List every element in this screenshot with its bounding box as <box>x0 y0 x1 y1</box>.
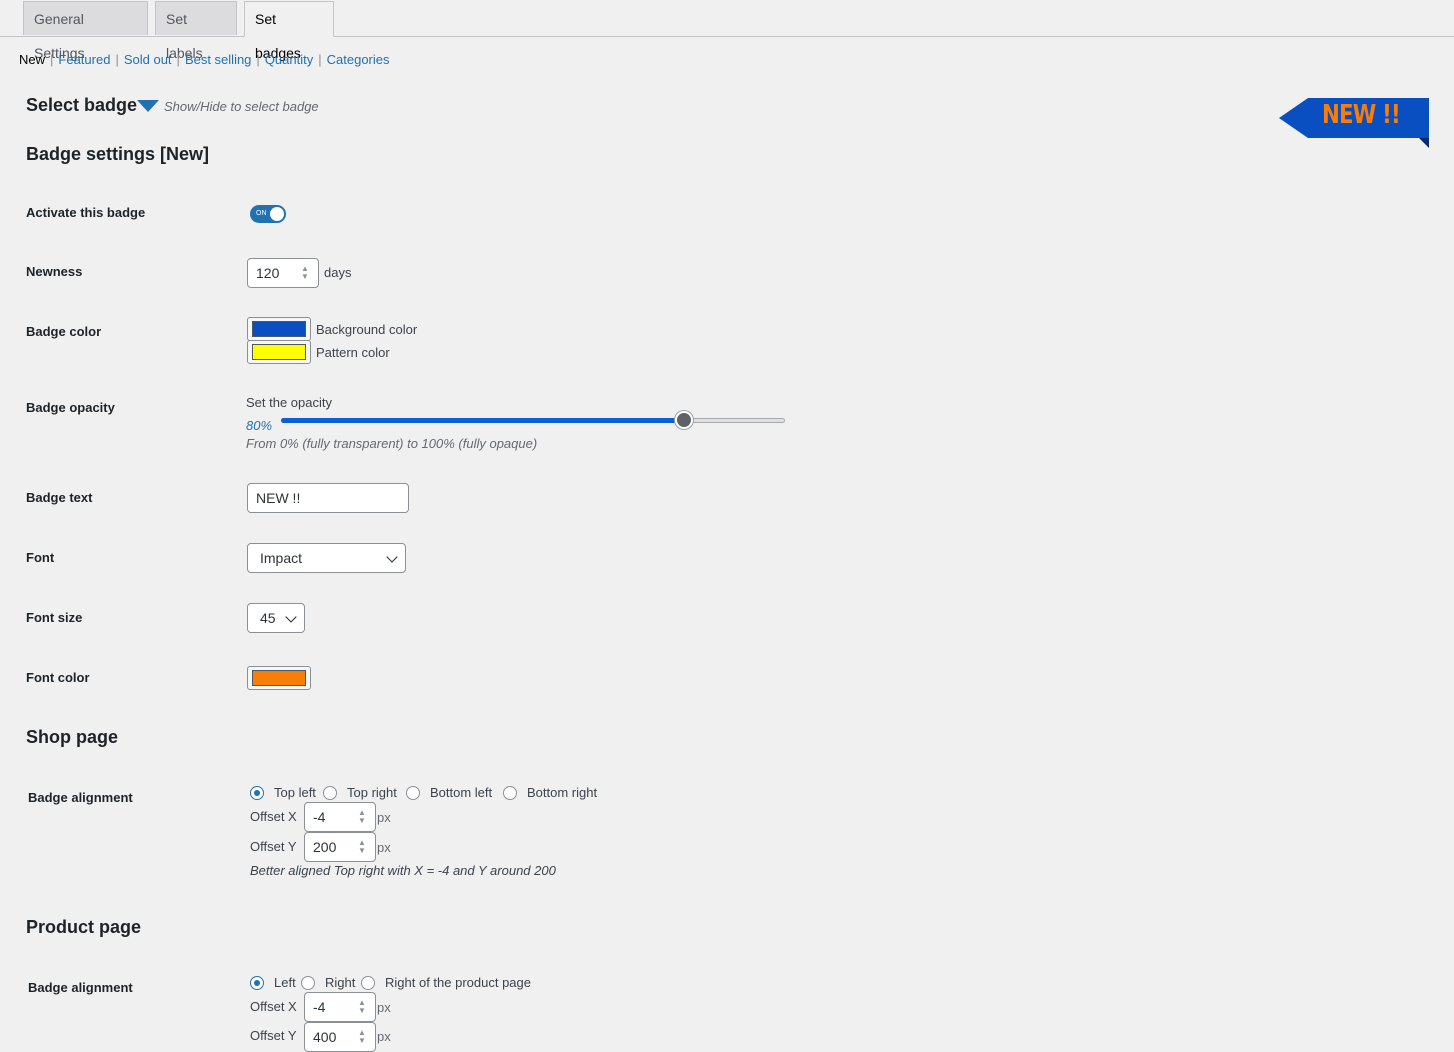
shop-align-top-right-label[interactable]: Top right <box>347 785 397 800</box>
pattern-color-picker[interactable] <box>247 340 311 364</box>
tab-set-badges[interactable]: Set badges <box>244 1 334 61</box>
subnav-categories[interactable]: Categories <box>327 52 390 67</box>
font-size-label: Font size <box>26 610 83 625</box>
select-badge-title: Select badge <box>26 95 138 115</box>
subnav-separator: | <box>115 52 119 67</box>
product-offset-y-value: 400 <box>313 1029 337 1045</box>
product-offset-y-label: Offset Y <box>250 1028 297 1043</box>
subnav-sold-out[interactable]: Sold out <box>124 52 172 67</box>
product-offset-y-unit: px <box>377 1029 391 1044</box>
product-align-right-of-page-radio[interactable] <box>361 976 375 990</box>
font-label: Font <box>26 550 55 565</box>
product-badge-alignment-label: Badge alignment <box>28 980 133 995</box>
subnav-separator: | <box>50 52 54 67</box>
shop-offset-x-input[interactable]: -4 ▲ ▼ <box>304 802 376 832</box>
newness-label: Newness <box>26 264 83 279</box>
subnav-quantity[interactable]: Quantity <box>265 52 313 67</box>
tab-general-settings[interactable]: General Settings <box>23 1 148 61</box>
shop-offset-x-unit: px <box>377 810 391 825</box>
background-color-label: Background color <box>316 322 418 337</box>
pattern-color-label: Pattern color <box>316 345 390 360</box>
product-offset-x-label: Offset X <box>250 999 297 1014</box>
badge-preview-text: NEW !! <box>1322 100 1401 130</box>
activate-badge-toggle[interactable]: ON <box>250 205 286 223</box>
badge-settings-title: Badge settings [New] <box>26 144 210 164</box>
opacity-slider-handle[interactable] <box>675 411 694 429</box>
shop-offset-y-input[interactable]: 200 ▲ ▼ <box>304 832 376 862</box>
badge-preview: NEW !! <box>1278 98 1430 150</box>
number-spinner-icon[interactable]: ▲ ▼ <box>300 265 310 281</box>
shop-alignment-hint: Better aligned Top right with X = -4 and… <box>250 863 556 878</box>
shop-badge-alignment-label: Badge alignment <box>28 790 133 805</box>
shop-align-bottom-left-label[interactable]: Bottom left <box>430 785 492 800</box>
product-align-right-label[interactable]: Right <box>325 975 355 990</box>
font-color-label: Font color <box>26 670 90 685</box>
select-badge-hint: Show/Hide to select badge <box>164 99 319 114</box>
toggle-on-text: ON <box>256 210 267 217</box>
newness-input[interactable]: 120 ▲ ▼ <box>247 258 319 288</box>
shop-offset-y-value: 200 <box>313 839 337 855</box>
product-offset-x-value: -4 <box>313 999 326 1015</box>
font-color-swatch <box>252 670 306 686</box>
subnav-best-selling[interactable]: Best selling <box>185 52 251 67</box>
badge-text-value: NEW !! <box>256 490 301 506</box>
badge-text-label: Badge text <box>26 490 93 505</box>
chevron-down-icon <box>386 551 398 563</box>
subnav-new[interactable]: New <box>19 52 45 67</box>
shop-align-top-left-radio[interactable] <box>250 786 264 800</box>
badge-opacity-label: Badge opacity <box>26 400 115 415</box>
subnav-separator: | <box>256 52 260 67</box>
font-size-value: 45 <box>260 610 276 626</box>
subnav-separator: | <box>318 52 322 67</box>
product-offset-y-input[interactable]: 400 ▲ ▼ <box>304 1022 376 1052</box>
subnav-separator: | <box>176 52 180 67</box>
shop-align-bottom-right-radio[interactable] <box>503 786 517 800</box>
shop-align-bottom-left-radio[interactable] <box>406 786 420 800</box>
triangle-down-icon[interactable] <box>137 100 159 112</box>
product-align-right-of-page-label[interactable]: Right of the product page <box>385 975 531 990</box>
shop-align-top-left-label[interactable]: Top left <box>274 785 316 800</box>
shop-offset-y-label: Offset Y <box>250 839 297 854</box>
opacity-value: 80% <box>246 418 273 433</box>
product-align-left-radio[interactable] <box>250 976 264 990</box>
pattern-color-swatch <box>252 344 306 360</box>
product-page-title: Product page <box>26 917 142 937</box>
product-align-right-radio[interactable] <box>301 976 315 990</box>
number-spinner-icon[interactable]: ▲ ▼ <box>357 1029 367 1045</box>
shop-offset-y-unit: px <box>377 840 391 855</box>
shop-align-top-right-radio[interactable] <box>323 786 337 800</box>
newness-unit: days <box>324 265 352 280</box>
badge-color-label: Badge color <box>26 324 102 339</box>
opacity-slider-fill <box>281 418 685 423</box>
subnav-featured[interactable]: Featured <box>58 52 110 67</box>
number-spinner-icon[interactable]: ▲ ▼ <box>357 999 367 1015</box>
shop-offset-x-label: Offset X <box>250 809 297 824</box>
chevron-down-icon <box>285 611 297 623</box>
number-spinner-icon[interactable]: ▲ ▼ <box>357 839 367 855</box>
tab-set-labels[interactable]: Set labels <box>155 1 237 61</box>
font-color-picker[interactable] <box>247 666 311 690</box>
shop-offset-x-value: -4 <box>313 809 326 825</box>
shop-page-title: Shop page <box>26 727 119 747</box>
opacity-caption: Set the opacity <box>246 395 332 410</box>
background-color-swatch <box>252 321 306 337</box>
settings-tab-bar: General Settings Set labels Set badges <box>0 0 1454 61</box>
opacity-hint: From 0% (fully transparent) to 100% (ful… <box>246 436 538 451</box>
badge-type-subnav: New | Featured | Sold out | Best selling | Quant… <box>19 51 390 69</box>
font-select-value: Impact <box>260 550 303 566</box>
product-offset-x-unit: px <box>377 1000 391 1015</box>
number-spinner-icon[interactable]: ▲ ▼ <box>357 809 367 825</box>
toggle-knob <box>270 207 284 221</box>
badge-text-input[interactable]: NEW !! <box>247 483 409 513</box>
font-select[interactable]: Impact <box>247 543 406 573</box>
activate-badge-label: Activate this badge <box>26 205 146 220</box>
newness-value: 120 <box>256 265 280 281</box>
background-color-picker[interactable] <box>247 317 311 341</box>
font-size-select[interactable]: 45 <box>247 603 305 633</box>
product-align-left-label[interactable]: Left <box>274 975 296 990</box>
product-offset-x-input[interactable]: -4 ▲ ▼ <box>304 992 376 1022</box>
shop-align-bottom-right-label[interactable]: Bottom right <box>527 785 597 800</box>
